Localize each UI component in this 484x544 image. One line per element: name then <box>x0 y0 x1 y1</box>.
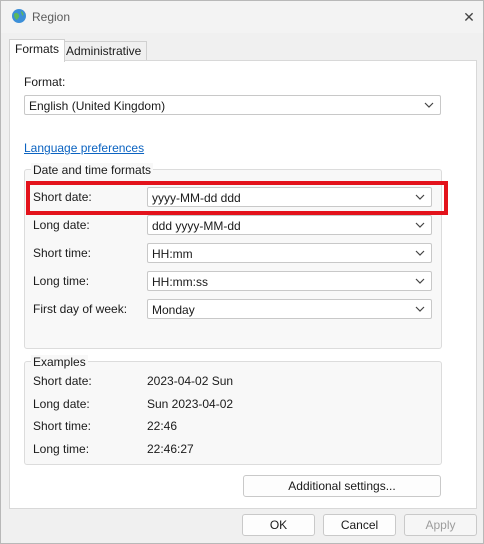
short-time-select[interactable]: HH:mm <box>147 243 432 263</box>
short-time-value: HH:mm <box>152 247 193 261</box>
language-preferences-link[interactable]: Language preferences <box>24 141 144 155</box>
example-short-date-label: Short date: <box>33 374 92 388</box>
long-time-label: Long time: <box>33 274 90 288</box>
short-time-label: Short time: <box>33 246 92 260</box>
long-time-select[interactable]: HH:mm:ss <box>147 271 432 291</box>
additional-settings-button[interactable]: Additional settings... <box>243 475 441 497</box>
long-date-select[interactable]: ddd yyyy-MM-dd <box>147 215 432 235</box>
chevron-down-icon <box>415 250 425 256</box>
first-day-select[interactable]: Monday <box>147 299 432 319</box>
apply-button[interactable]: Apply <box>404 514 477 536</box>
examples-group-title: Examples <box>31 355 88 369</box>
chevron-down-icon <box>424 102 434 108</box>
region-dialog: Region ✕ Formats Administrative Format: … <box>0 0 484 544</box>
example-long-time-value: 22:46:27 <box>147 442 194 456</box>
first-day-value: Monday <box>152 303 195 317</box>
long-date-label: Long date: <box>33 218 90 232</box>
example-short-date-value: 2023-04-02 Sun <box>147 374 234 388</box>
example-long-date-value: Sun 2023-04-02 <box>147 397 234 411</box>
chevron-down-icon <box>415 222 425 228</box>
format-select[interactable]: English (United Kingdom) <box>24 95 441 115</box>
example-short-time-value: 22:46 <box>147 419 178 433</box>
long-time-value: HH:mm:ss <box>152 275 208 289</box>
date-time-group-title: Date and time formats <box>31 163 154 177</box>
short-date-highlight <box>26 181 448 215</box>
tab-administrative[interactable]: Administrative <box>60 41 148 61</box>
tab-formats[interactable]: Formats <box>9 39 66 62</box>
cancel-button[interactable]: Cancel <box>323 514 396 536</box>
example-long-time-label: Long time: <box>33 442 90 456</box>
close-icon[interactable]: ✕ <box>457 7 481 27</box>
long-date-value: ddd yyyy-MM-dd <box>152 219 241 233</box>
example-long-date-label: Long date: <box>33 397 90 411</box>
format-label: Format: <box>24 75 66 89</box>
chevron-down-icon <box>415 278 425 284</box>
globe-icon <box>12 9 26 23</box>
first-day-label: First day of week: <box>33 302 128 316</box>
ok-button[interactable]: OK <box>242 514 315 536</box>
format-value: English (United Kingdom) <box>29 99 166 113</box>
title-bar: Region ✕ <box>1 1 483 33</box>
window-title: Region <box>32 10 71 24</box>
chevron-down-icon <box>415 306 425 312</box>
example-short-time-label: Short time: <box>33 419 92 433</box>
formats-panel: Format: English (United Kingdom) Languag… <box>9 60 477 509</box>
